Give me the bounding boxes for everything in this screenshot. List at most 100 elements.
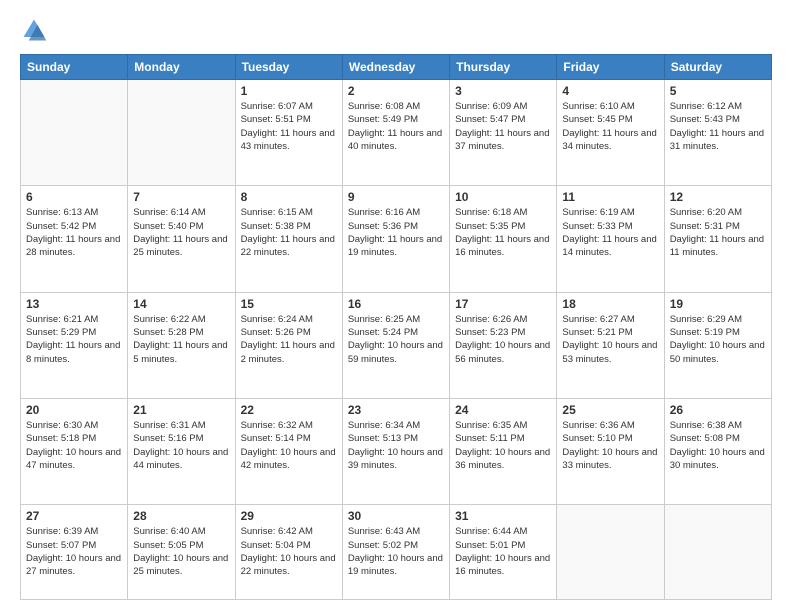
day-number: 11 xyxy=(562,190,658,204)
day-info: Sunrise: 6:39 AM Sunset: 5:07 PM Dayligh… xyxy=(26,525,122,578)
weekday-saturday: Saturday xyxy=(664,55,771,80)
weekday-friday: Friday xyxy=(557,55,664,80)
week-row-5: 27 Sunrise: 6:39 AM Sunset: 5:07 PM Dayli… xyxy=(21,505,772,600)
day-cell: 21 Sunrise: 6:31 AM Sunset: 5:16 PM Dayli… xyxy=(128,399,235,505)
day-cell: 15 Sunrise: 6:24 AM Sunset: 5:26 PM Dayli… xyxy=(235,292,342,398)
day-cell: 14 Sunrise: 6:22 AM Sunset: 5:28 PM Dayli… xyxy=(128,292,235,398)
day-cell: 23 Sunrise: 6:34 AM Sunset: 5:13 PM Dayli… xyxy=(342,399,449,505)
day-cell xyxy=(557,505,664,600)
day-number: 25 xyxy=(562,403,658,417)
day-number: 10 xyxy=(455,190,551,204)
day-number: 31 xyxy=(455,509,551,523)
day-cell: 24Sunrise: 6:35 AM Sunset: 5:11 PM Dayli… xyxy=(450,399,557,505)
day-number: 16 xyxy=(348,297,444,311)
day-number: 2 xyxy=(348,84,444,98)
day-number: 30 xyxy=(348,509,444,523)
day-info: Sunrise: 6:29 AM Sunset: 5:19 PM Dayligh… xyxy=(670,313,766,366)
day-number: 14 xyxy=(133,297,229,311)
day-number: 15 xyxy=(241,297,337,311)
day-cell: 4 Sunrise: 6:10 AM Sunset: 5:45 PM Daylig… xyxy=(557,80,664,186)
weekday-tuesday: Tuesday xyxy=(235,55,342,80)
day-cell: 3Sunrise: 6:09 AM Sunset: 5:47 PM Daylig… xyxy=(450,80,557,186)
day-number: 23 xyxy=(348,403,444,417)
day-info: Sunrise: 6:25 AM Sunset: 5:24 PM Dayligh… xyxy=(348,313,444,366)
day-number: 21 xyxy=(133,403,229,417)
weekday-wednesday: Wednesday xyxy=(342,55,449,80)
page: SundayMondayTuesdayWednesdayThursdayFrid… xyxy=(0,0,792,612)
day-info: Sunrise: 6:18 AM Sunset: 5:35 PM Dayligh… xyxy=(455,206,551,259)
week-row-3: 13Sunrise: 6:21 AM Sunset: 5:29 PM Dayli… xyxy=(21,292,772,398)
day-cell xyxy=(128,80,235,186)
day-cell: 20 Sunrise: 6:30 AM Sunset: 5:18 PM Dayli… xyxy=(21,399,128,505)
day-info: Sunrise: 6:44 AM Sunset: 5:01 PM Dayligh… xyxy=(455,525,551,578)
day-number: 29 xyxy=(241,509,337,523)
week-row-4: 20 Sunrise: 6:30 AM Sunset: 5:18 PM Dayli… xyxy=(21,399,772,505)
day-cell: 30Sunrise: 6:43 AM Sunset: 5:02 PM Dayli… xyxy=(342,505,449,600)
day-cell: 10 Sunrise: 6:18 AM Sunset: 5:35 PM Dayli… xyxy=(450,186,557,292)
day-number: 6 xyxy=(26,190,122,204)
day-number: 26 xyxy=(670,403,766,417)
day-number: 5 xyxy=(670,84,766,98)
day-info: Sunrise: 6:27 AM Sunset: 5:21 PM Dayligh… xyxy=(562,313,658,366)
week-row-1: 1Sunrise: 6:07 AM Sunset: 5:51 PM Daylig… xyxy=(21,80,772,186)
day-cell: 19Sunrise: 6:29 AM Sunset: 5:19 PM Dayli… xyxy=(664,292,771,398)
weekday-sunday: Sunday xyxy=(21,55,128,80)
day-info: Sunrise: 6:24 AM Sunset: 5:26 PM Dayligh… xyxy=(241,313,337,366)
weekday-header-row: SundayMondayTuesdayWednesdayThursdayFrid… xyxy=(21,55,772,80)
weekday-thursday: Thursday xyxy=(450,55,557,80)
day-info: Sunrise: 6:16 AM Sunset: 5:36 PM Dayligh… xyxy=(348,206,444,259)
day-info: Sunrise: 6:12 AM Sunset: 5:43 PM Dayligh… xyxy=(670,100,766,153)
week-row-2: 6 Sunrise: 6:13 AM Sunset: 5:42 PM Daylig… xyxy=(21,186,772,292)
day-number: 17 xyxy=(455,297,551,311)
day-cell: 25 Sunrise: 6:36 AM Sunset: 5:10 PM Dayli… xyxy=(557,399,664,505)
day-info: Sunrise: 6:07 AM Sunset: 5:51 PM Dayligh… xyxy=(241,100,337,153)
header xyxy=(20,16,772,44)
day-cell: 9Sunrise: 6:16 AM Sunset: 5:36 PM Daylig… xyxy=(342,186,449,292)
day-info: Sunrise: 6:10 AM Sunset: 5:45 PM Dayligh… xyxy=(562,100,658,153)
day-cell: 16 Sunrise: 6:25 AM Sunset: 5:24 PM Dayli… xyxy=(342,292,449,398)
day-cell: 5 Sunrise: 6:12 AM Sunset: 5:43 PM Daylig… xyxy=(664,80,771,186)
day-info: Sunrise: 6:14 AM Sunset: 5:40 PM Dayligh… xyxy=(133,206,229,259)
calendar-table: SundayMondayTuesdayWednesdayThursdayFrid… xyxy=(20,54,772,600)
day-info: Sunrise: 6:35 AM Sunset: 5:11 PM Dayligh… xyxy=(455,419,551,472)
day-cell: 12 Sunrise: 6:20 AM Sunset: 5:31 PM Dayli… xyxy=(664,186,771,292)
day-cell: 1Sunrise: 6:07 AM Sunset: 5:51 PM Daylig… xyxy=(235,80,342,186)
day-cell xyxy=(664,505,771,600)
day-cell: 17Sunrise: 6:26 AM Sunset: 5:23 PM Dayli… xyxy=(450,292,557,398)
day-info: Sunrise: 6:08 AM Sunset: 5:49 PM Dayligh… xyxy=(348,100,444,153)
day-number: 12 xyxy=(670,190,766,204)
day-number: 20 xyxy=(26,403,122,417)
day-info: Sunrise: 6:31 AM Sunset: 5:16 PM Dayligh… xyxy=(133,419,229,472)
day-cell: 13Sunrise: 6:21 AM Sunset: 5:29 PM Dayli… xyxy=(21,292,128,398)
day-number: 3 xyxy=(455,84,551,98)
day-cell xyxy=(21,80,128,186)
day-cell: 2 Sunrise: 6:08 AM Sunset: 5:49 PM Daylig… xyxy=(342,80,449,186)
day-info: Sunrise: 6:13 AM Sunset: 5:42 PM Dayligh… xyxy=(26,206,122,259)
day-cell: 7 Sunrise: 6:14 AM Sunset: 5:40 PM Daylig… xyxy=(128,186,235,292)
logo xyxy=(20,16,52,44)
logo-icon xyxy=(20,16,48,44)
day-cell: 27 Sunrise: 6:39 AM Sunset: 5:07 PM Dayli… xyxy=(21,505,128,600)
weekday-monday: Monday xyxy=(128,55,235,80)
day-info: Sunrise: 6:20 AM Sunset: 5:31 PM Dayligh… xyxy=(670,206,766,259)
day-info: Sunrise: 6:36 AM Sunset: 5:10 PM Dayligh… xyxy=(562,419,658,472)
day-number: 22 xyxy=(241,403,337,417)
day-cell: 26 Sunrise: 6:38 AM Sunset: 5:08 PM Dayli… xyxy=(664,399,771,505)
day-number: 4 xyxy=(562,84,658,98)
day-info: Sunrise: 6:22 AM Sunset: 5:28 PM Dayligh… xyxy=(133,313,229,366)
day-cell: 8 Sunrise: 6:15 AM Sunset: 5:38 PM Daylig… xyxy=(235,186,342,292)
day-info: Sunrise: 6:21 AM Sunset: 5:29 PM Dayligh… xyxy=(26,313,122,366)
day-cell: 18Sunrise: 6:27 AM Sunset: 5:21 PM Dayli… xyxy=(557,292,664,398)
day-number: 7 xyxy=(133,190,229,204)
day-cell: 31 Sunrise: 6:44 AM Sunset: 5:01 PM Dayli… xyxy=(450,505,557,600)
day-number: 27 xyxy=(26,509,122,523)
day-info: Sunrise: 6:38 AM Sunset: 5:08 PM Dayligh… xyxy=(670,419,766,472)
day-info: Sunrise: 6:34 AM Sunset: 5:13 PM Dayligh… xyxy=(348,419,444,472)
day-info: Sunrise: 6:30 AM Sunset: 5:18 PM Dayligh… xyxy=(26,419,122,472)
day-number: 28 xyxy=(133,509,229,523)
day-cell: 11Sunrise: 6:19 AM Sunset: 5:33 PM Dayli… xyxy=(557,186,664,292)
day-number: 8 xyxy=(241,190,337,204)
day-info: Sunrise: 6:42 AM Sunset: 5:04 PM Dayligh… xyxy=(241,525,337,578)
day-info: Sunrise: 6:15 AM Sunset: 5:38 PM Dayligh… xyxy=(241,206,337,259)
day-info: Sunrise: 6:40 AM Sunset: 5:05 PM Dayligh… xyxy=(133,525,229,578)
